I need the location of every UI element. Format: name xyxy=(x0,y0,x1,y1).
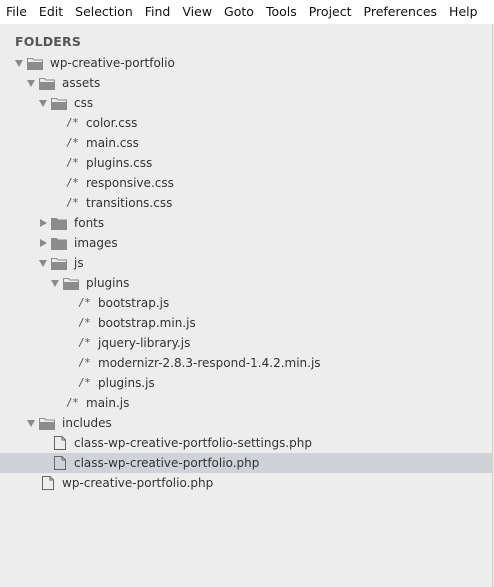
code-file-icon: /* xyxy=(78,296,91,309)
disclosure-closed-icon[interactable] xyxy=(40,218,47,227)
file-item-plugins-js[interactable]: /* plugins.js xyxy=(0,373,492,393)
file-label: responsive.css xyxy=(86,176,174,190)
menu-goto[interactable]: Goto xyxy=(218,0,260,24)
menu-find[interactable]: Find xyxy=(139,0,177,24)
menu-preferences[interactable]: Preferences xyxy=(358,0,444,24)
folder-label: includes xyxy=(62,416,112,430)
file-label: plugins.js xyxy=(98,376,155,390)
menu-help[interactable]: Help xyxy=(443,0,484,24)
file-item-class-wp-creative-portfolio-settings-php[interactable]: class-wp-creative-portfolio-settings.php xyxy=(0,433,492,453)
folder-label: plugins xyxy=(86,276,130,290)
file-label: modernizr-2.8.3-respond-1.4.2.min.js xyxy=(98,356,321,370)
code-file-icon: /* xyxy=(66,136,79,149)
code-file-icon: /* xyxy=(78,336,91,349)
folder-item-js[interactable]: js xyxy=(0,253,492,273)
folder-label: wp-creative-portfolio xyxy=(50,56,175,70)
file-item-bootstrap-min-js[interactable]: /* bootstrap.min.js xyxy=(0,313,492,333)
file-label: class-wp-creative-portfolio-settings.php xyxy=(74,436,312,450)
folder-item-fonts[interactable]: fonts xyxy=(0,213,492,233)
disclosure-closed-icon[interactable] xyxy=(40,238,47,247)
file-icon xyxy=(42,476,54,496)
file-item-transitions-css[interactable]: /* transitions.css xyxy=(0,193,492,213)
disclosure-open-icon[interactable] xyxy=(15,60,23,67)
disclosure-open-icon[interactable] xyxy=(39,100,47,107)
folder-item-images[interactable]: images xyxy=(0,233,492,253)
folder-item-plugins[interactable]: plugins xyxy=(0,273,492,293)
disclosure-open-icon[interactable] xyxy=(27,420,35,427)
folder-label: images xyxy=(74,236,118,250)
code-file-icon: /* xyxy=(66,196,79,209)
file-label: jquery-library.js xyxy=(98,336,191,350)
file-label: color.css xyxy=(86,116,138,130)
folder-item-css[interactable]: css xyxy=(0,93,492,113)
file-item-main-css[interactable]: /* main.css xyxy=(0,133,492,153)
file-label: main.js xyxy=(86,396,130,410)
disclosure-open-icon[interactable] xyxy=(39,260,47,267)
file-label: bootstrap.js xyxy=(98,296,170,310)
folder-item-wp-creative-portfolio[interactable]: wp-creative-portfolio xyxy=(0,53,492,73)
menu-project[interactable]: Project xyxy=(303,0,358,24)
code-file-icon: /* xyxy=(78,316,91,329)
file-item-bootstrap-js[interactable]: /* bootstrap.js xyxy=(0,293,492,313)
file-label: bootstrap.min.js xyxy=(98,316,196,330)
menu-bar: File Edit Selection Find View Goto Tools Projec… xyxy=(0,0,494,24)
folder-label: assets xyxy=(62,76,101,90)
folder-label: fonts xyxy=(74,216,105,230)
file-label: class-wp-creative-portfolio.php xyxy=(74,456,260,470)
folders-header: FOLDERS xyxy=(15,34,82,49)
file-label: plugins.css xyxy=(86,156,153,170)
file-label: transitions.css xyxy=(86,196,173,210)
folder-label: js xyxy=(74,256,84,270)
file-label: main.css xyxy=(86,136,139,150)
code-file-icon: /* xyxy=(78,356,91,369)
sidebar: FOLDERS wp-creative-portfolio assets css /*… xyxy=(0,24,493,587)
file-item-class-wp-creative-portfolio-php[interactable]: class-wp-creative-portfolio.php xyxy=(0,453,492,473)
disclosure-open-icon[interactable] xyxy=(27,80,35,87)
folder-label: css xyxy=(74,96,94,110)
code-file-icon: /* xyxy=(66,116,79,129)
code-file-icon: /* xyxy=(78,376,91,389)
folder-item-assets[interactable]: assets xyxy=(0,73,492,93)
disclosure-open-icon[interactable] xyxy=(51,280,59,287)
code-file-icon: /* xyxy=(66,176,79,189)
file-item-main-js[interactable]: /* main.js xyxy=(0,393,492,413)
code-file-icon: /* xyxy=(66,156,79,169)
menu-file[interactable]: File xyxy=(0,0,33,24)
file-item-modernizr-2-8-3-respond-1-4-2-min-js[interactable]: /* modernizr-2.8.3-respond-1.4.2.min.js xyxy=(0,353,492,373)
file-item-wp-creative-portfolio-php[interactable]: wp-creative-portfolio.php xyxy=(0,473,492,493)
menu-selection[interactable]: Selection xyxy=(69,0,139,24)
file-item-plugins-css[interactable]: /* plugins.css xyxy=(0,153,492,173)
code-file-icon: /* xyxy=(66,396,79,409)
file-item-jquery-library-js[interactable]: /* jquery-library.js xyxy=(0,333,492,353)
menu-view[interactable]: View xyxy=(176,0,218,24)
file-tree: wp-creative-portfolio assets css /* color.cs… xyxy=(0,53,492,493)
file-label: wp-creative-portfolio.php xyxy=(62,476,214,490)
menu-edit[interactable]: Edit xyxy=(33,0,69,24)
menu-tools[interactable]: Tools xyxy=(260,0,303,24)
file-item-color-css[interactable]: /* color.css xyxy=(0,113,492,133)
file-item-responsive-css[interactable]: /* responsive.css xyxy=(0,173,492,193)
folder-item-includes[interactable]: includes xyxy=(0,413,492,433)
